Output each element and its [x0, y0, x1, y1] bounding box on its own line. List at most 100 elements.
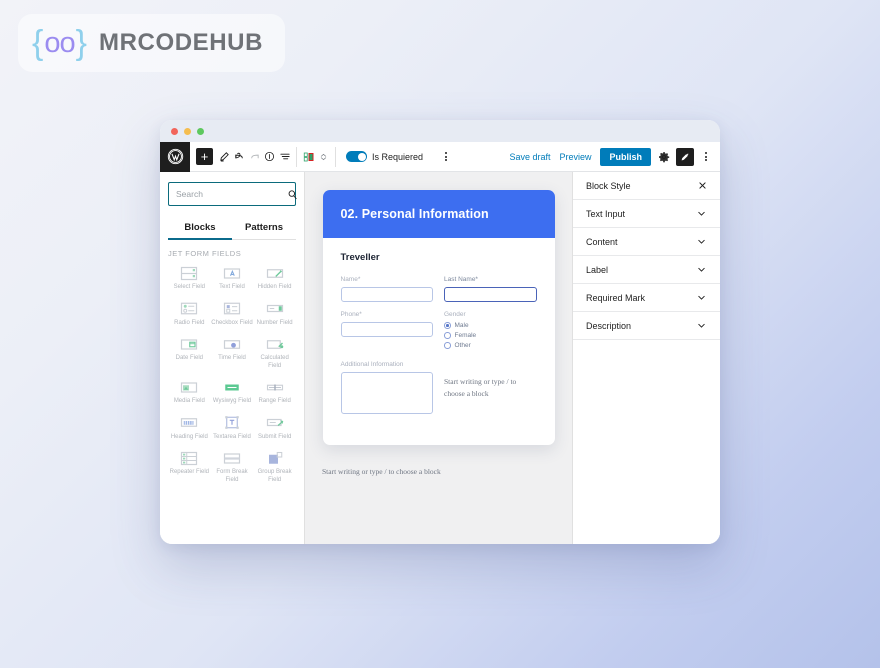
additional-information-textarea[interactable] — [340, 372, 433, 414]
block-label: Heading Field — [170, 433, 208, 440]
wordpress-icon[interactable] — [160, 141, 190, 172]
is-required-toggle[interactable]: Is Requiered — [346, 151, 423, 162]
more-options-kebab-icon[interactable] — [699, 152, 713, 161]
settings-row-text-input[interactable]: Text Input — [573, 200, 720, 228]
block-item[interactable]: Submit Field — [253, 415, 296, 442]
block-item[interactable]: Range Field — [253, 379, 296, 406]
field-gender: Gender Male Female Other — [444, 311, 537, 352]
settings-row-content[interactable]: Content — [573, 228, 720, 256]
block-item[interactable]: Time Field — [211, 336, 254, 370]
inserter-tabs: Blocks Patterns — [168, 217, 296, 240]
block-item[interactable]: Select Field — [168, 265, 211, 292]
block-item[interactable]: Textarea Field — [211, 415, 254, 442]
redo-icon[interactable] — [247, 147, 262, 167]
chevron-down-icon[interactable] — [696, 292, 707, 303]
phone-input[interactable] — [340, 322, 433, 337]
last-name-input[interactable] — [444, 287, 537, 302]
block-item[interactable]: Checkbox Field — [211, 301, 254, 328]
list-view-icon[interactable] — [277, 147, 292, 167]
chevron-down-icon[interactable] — [696, 236, 707, 247]
undo-icon[interactable] — [232, 147, 247, 167]
logo-circles-icon: oo — [44, 26, 75, 59]
preview-button[interactable]: Preview — [559, 152, 591, 162]
settings-row-label: Text Input — [586, 208, 626, 219]
canvas-placeholder-hint[interactable]: Start writing or type / to choose a bloc… — [305, 467, 572, 476]
search-icon[interactable] — [287, 189, 298, 200]
field-name: Name* — [340, 276, 433, 302]
block-label: Number Field — [256, 319, 293, 326]
chevron-down-icon[interactable] — [696, 264, 707, 275]
tab-patterns[interactable]: Patterns — [232, 217, 296, 239]
block-label: Textarea Field — [213, 433, 251, 440]
publish-button[interactable]: Publish — [600, 147, 651, 166]
block-item[interactable]: Date Field — [168, 336, 211, 370]
hidden-field-icon — [265, 265, 285, 281]
gender-option-female[interactable]: Female — [444, 332, 537, 339]
select-field-icon — [179, 265, 199, 281]
block-item[interactable]: Wysiwyg Field — [211, 379, 254, 406]
block-item[interactable]: Heading Field — [168, 415, 211, 442]
block-type-icon[interactable] — [301, 147, 316, 167]
block-label: Wysiwyg Field — [212, 398, 252, 404]
settings-row-label[interactable]: Label — [573, 256, 720, 284]
settings-row-block-style[interactable]: Block Style — [573, 172, 720, 200]
block-item[interactable]: Calculated Field — [253, 336, 296, 370]
field-label: Name* — [340, 276, 361, 283]
block-item[interactable]: Radio Field — [168, 301, 211, 328]
name-input[interactable] — [340, 287, 433, 302]
search-input[interactable] — [176, 189, 287, 199]
block-label: Radio Field — [174, 319, 205, 326]
gender-option-other[interactable]: Other — [444, 342, 537, 349]
editor-body: Blocks Patterns JET FORM FIELDS Select F… — [160, 172, 720, 544]
chevron-down-icon[interactable] — [696, 320, 707, 331]
calculated-field-icon — [265, 336, 285, 352]
block-label: Range Field — [258, 398, 291, 404]
window-maximize-dot[interactable] — [197, 127, 204, 135]
chevron-down-icon[interactable] — [696, 208, 707, 219]
block-item[interactable]: Form Break Field — [211, 450, 254, 484]
window-minimize-dot[interactable] — [184, 127, 191, 135]
block-label: Date Field — [175, 355, 203, 361]
settings-row-required-mark[interactable]: Required Mark — [573, 284, 720, 312]
radio-icon[interactable] — [444, 322, 451, 329]
radio-icon[interactable] — [444, 332, 451, 339]
form-row-additional: Additional Information Start writing or … — [340, 361, 537, 414]
gender-option-male[interactable]: Male — [444, 322, 537, 329]
logo-mark: { oo } — [32, 26, 87, 60]
heading-field-icon — [179, 415, 199, 431]
window-close-dot[interactable] — [171, 127, 178, 135]
editor-canvas[interactable]: 02. Personal Information Treveller Name*… — [305, 172, 572, 544]
block-item[interactable]: Media Field — [168, 379, 211, 406]
field-label: Last Name* — [444, 276, 478, 283]
toolbar-divider-2 — [335, 146, 336, 167]
toggle-switch[interactable] — [346, 151, 367, 162]
brush-icon[interactable] — [676, 147, 694, 166]
add-block-button[interactable]: + — [196, 148, 213, 165]
tools-pencil-icon[interactable] — [217, 147, 232, 167]
wysiwyg-field-icon — [222, 379, 242, 395]
toolbar-divider — [296, 146, 297, 167]
block-item[interactable]: Group Break Field — [253, 450, 296, 484]
block-placeholder-hint[interactable]: Start writing or type / to choose a bloc… — [444, 376, 537, 399]
block-item[interactable]: Hidden Field — [253, 265, 296, 292]
info-icon[interactable] — [262, 147, 277, 167]
browser-window: + Is Requiered Save draft Preview Publis… — [160, 120, 720, 544]
time-field-icon — [222, 336, 242, 352]
tab-blocks[interactable]: Blocks — [168, 217, 232, 240]
block-grid: Select Field Text Field Hidden Field Rad… — [168, 265, 296, 493]
search-box[interactable] — [168, 182, 298, 206]
number-field-icon — [265, 301, 285, 317]
settings-row-description[interactable]: Description — [573, 312, 720, 340]
block-item[interactable]: Number Field — [253, 301, 296, 328]
gear-icon[interactable] — [658, 151, 670, 163]
radio-icon[interactable] — [444, 342, 451, 349]
block-label: Text Field — [219, 284, 245, 290]
block-options-kebab-icon[interactable] — [439, 152, 453, 161]
close-icon[interactable] — [698, 181, 707, 190]
block-item[interactable]: Text Field — [211, 265, 254, 292]
form-row-phone-gender: Phone* Gender Male Female Other — [340, 311, 537, 352]
toggle-label: Is Requiered — [372, 151, 424, 162]
save-draft-button[interactable]: Save draft — [509, 152, 550, 162]
selector-chevrons-icon[interactable] — [316, 147, 331, 167]
block-item[interactable]: Repeater Field — [168, 450, 211, 484]
